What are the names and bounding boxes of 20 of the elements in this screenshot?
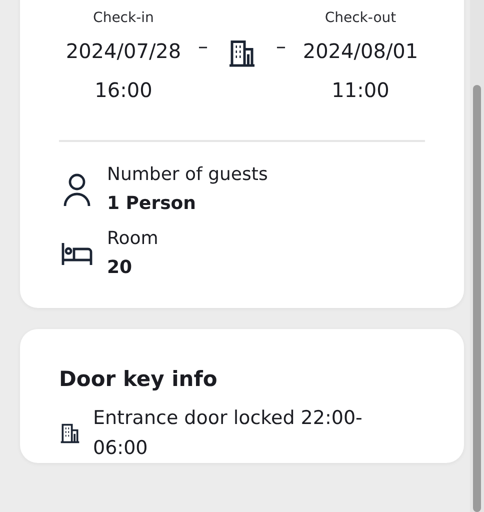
check-out-label: Check-out <box>324 10 396 28</box>
scrollbar-track[interactable] <box>470 0 484 512</box>
check-out-date: 2024/08/01 <box>302 38 418 65</box>
scrollbar-thumb[interactable] <box>473 85 481 512</box>
door-info-text: Entrance door locked 22:00-06:00 <box>93 406 364 461</box>
detail-value: 1 Person <box>107 192 197 216</box>
check-in-date: 2024/07/28 <box>66 38 182 65</box>
section-title: Door key info <box>59 367 218 391</box>
check-in-label: Check-in <box>93 10 154 28</box>
building-icon <box>59 422 81 444</box>
dash-separator: – <box>275 34 287 58</box>
dash-separator: – <box>197 34 209 58</box>
check-out-time: 11:00 <box>332 77 390 104</box>
person-icon <box>63 173 91 207</box>
check-in-time: 16:00 <box>94 77 152 104</box>
bed-icon <box>61 242 93 266</box>
detail-label: Room <box>107 228 158 250</box>
detail-label: Number of guests <box>107 164 268 186</box>
detail-value: 20 <box>107 256 134 280</box>
building-icon <box>227 38 257 68</box>
